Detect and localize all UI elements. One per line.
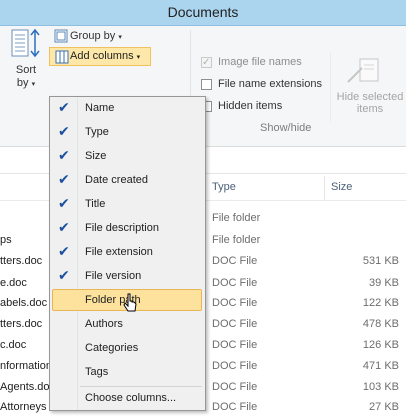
group-by-label: Group by ▾ — [70, 30, 122, 42]
add-columns-label: Add columns ▾ — [70, 50, 140, 62]
menu-item-label: Name — [85, 102, 115, 114]
check-mark-icon: ✔ — [58, 147, 70, 163]
file-name[interactable]: c.doc — [0, 339, 26, 351]
file-name-extensions-checkbox[interactable] — [201, 79, 212, 90]
menu-item-label: Categories — [85, 342, 139, 354]
check-mark-icon: ✔ — [58, 243, 70, 259]
menu-separator — [80, 386, 202, 387]
sort-by-label: Sort by ▾ — [12, 64, 40, 91]
file-size: 478 KB — [362, 318, 399, 330]
menu-item-label: File version — [85, 270, 142, 282]
dropdown-arrow-icon: ▾ — [118, 34, 122, 41]
file-name[interactable]: ps — [0, 234, 12, 246]
file-name[interactable]: tters.doc — [0, 255, 42, 267]
file-type: File folder — [212, 212, 261, 224]
file-type: DOC File — [212, 277, 258, 289]
check-mark-icon: ✔ — [58, 99, 70, 115]
file-size: 471 KB — [362, 360, 399, 372]
check-mark-icon: ✔ — [58, 171, 70, 187]
file-type: DOC File — [212, 381, 258, 393]
menu-item-name[interactable] — [50, 97, 204, 120]
menu-item-label: File description — [85, 222, 159, 234]
file-name[interactable]: Agents.doc — [0, 381, 55, 393]
menu-item-type[interactable] — [50, 121, 204, 144]
dropdown-arrow-icon: ▾ — [31, 81, 36, 88]
file-name[interactable]: Attorneys — [0, 401, 46, 413]
hide-selected-line1: Hide selected — [336, 91, 404, 103]
check-mark-icon: ✔ — [58, 123, 70, 139]
column-header-type[interactable]: Type — [212, 181, 236, 193]
file-size: 27 KB — [369, 401, 399, 413]
file-name[interactable]: tters.doc — [0, 318, 42, 330]
file-type: DOC File — [212, 401, 258, 413]
file-name[interactable]: e.doc — [0, 277, 27, 289]
menu-item-label: Choose columns... — [85, 392, 177, 404]
check-mark-icon: ✔ — [58, 267, 70, 283]
menu-item-size[interactable] — [50, 145, 204, 168]
menu-item-label: Date created — [85, 174, 148, 186]
sort-label-line1: Sort — [15, 64, 37, 76]
hide-selected-line2: items — [356, 103, 384, 115]
menu-item-label: Tags — [85, 366, 109, 378]
image-file-names-checkbox[interactable]: ✓ — [201, 57, 212, 68]
image-file-names-label: Image file names — [218, 56, 302, 68]
file-type: DOC File — [212, 297, 258, 309]
column-divider — [324, 176, 325, 200]
file-size: 103 KB — [362, 381, 399, 393]
show-hide-group-label: Show/hide — [260, 122, 312, 134]
file-name[interactable]: abels.doc — [0, 297, 47, 309]
menu-item-label: Title — [85, 198, 106, 210]
check-mark-icon: ✔ — [58, 195, 70, 211]
sort-icon — [11, 28, 40, 58]
file-size: 39 KB — [369, 277, 399, 289]
group-by-text: Group by — [70, 30, 116, 42]
hidden-items-label: Hidden items — [218, 100, 283, 112]
file-type: File folder — [212, 234, 261, 246]
check-mark-icon: ✔ — [58, 219, 70, 235]
column-header-size[interactable]: Size — [331, 181, 352, 193]
file-type: DOC File — [212, 339, 258, 351]
menu-item-authors[interactable] — [50, 313, 204, 336]
sort-label-line2: by — [16, 77, 29, 89]
check-mark-icon: ✓ — [202, 57, 211, 68]
window-title: Documents — [167, 4, 239, 20]
file-size: 122 KB — [362, 297, 399, 309]
file-type: DOC File — [212, 360, 258, 372]
hide-selected-button[interactable] — [346, 56, 382, 86]
add-columns-text: Add columns — [70, 50, 134, 62]
menu-item-label: Authors — [85, 318, 123, 330]
mouse-cursor-icon — [123, 293, 137, 312]
hide-selected-icon — [347, 58, 379, 83]
file-name-extensions-label: File name extensions — [218, 78, 322, 90]
dropdown-arrow-icon: ▾ — [136, 54, 141, 61]
file-type: DOC File — [212, 255, 258, 267]
menu-item-title[interactable] — [50, 193, 204, 216]
menu-item-label: Type — [85, 126, 109, 138]
menu-item-tags[interactable] — [50, 361, 204, 384]
add-columns-icon — [55, 50, 69, 64]
hide-selected-label: Hide selected items — [330, 91, 406, 115]
file-size: 126 KB — [362, 339, 399, 351]
file-size: 531 KB — [362, 255, 399, 267]
menu-item-label: Size — [85, 150, 107, 162]
group-by-icon — [54, 29, 68, 43]
file-name[interactable]: nformation — [0, 360, 52, 372]
menu-item-label: File extension — [85, 246, 153, 258]
file-type: DOC File — [212, 318, 258, 330]
